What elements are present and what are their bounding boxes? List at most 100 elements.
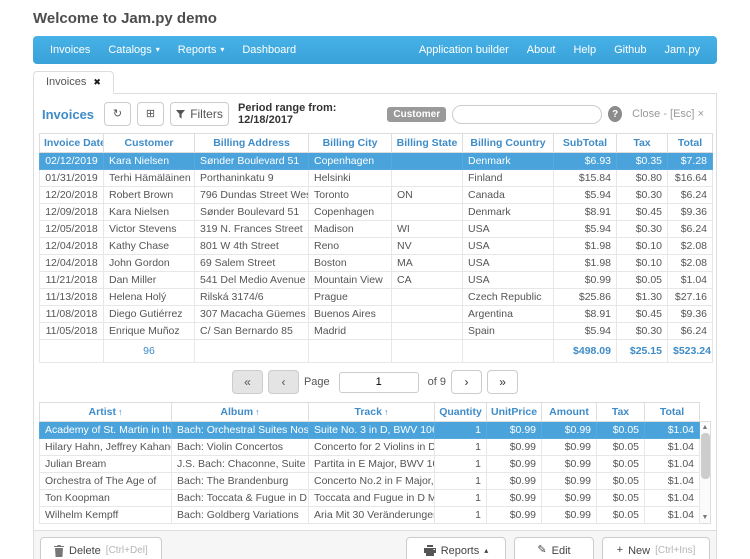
next-page-button[interactable]: › [451,370,482,394]
column-header[interactable]: Tax [617,134,668,153]
customer-filter-input[interactable] [452,105,602,124]
nav-item-reports[interactable]: Reports▾ [169,44,234,56]
edit-button[interactable]: ✎ Edit [514,537,594,559]
column-header[interactable]: Billing Country [463,134,554,153]
tracks-table-wrap: Artist↑Album↑Track↑QuantityUnitPriceAmou… [34,402,716,524]
invoice-row[interactable]: 12/20/2018Robert Brown796 Dundas Street … [40,187,713,204]
track-row[interactable]: Ton KoopmanBach: Toccata & Fugue in DToc… [40,490,700,507]
cell: $9.36 [668,204,713,221]
filters-button[interactable]: Filters [170,102,229,126]
cell: Spain [463,323,554,340]
scroll-thumb[interactable] [701,433,710,479]
column-header[interactable]: Customer [104,134,195,153]
cell: MA [392,255,463,272]
column-header[interactable]: UnitPrice [487,403,542,422]
cell: 12/05/2018 [40,221,104,238]
first-page-button[interactable]: « [232,370,263,394]
column-header[interactable]: Billing State [392,134,463,153]
invoice-row[interactable]: 12/09/2018Kara NielsenSønder Boulevard 5… [40,204,713,221]
cell: Denmark [463,204,554,221]
cell: Finland [463,170,554,187]
prev-page-button[interactable]: ‹ [268,370,299,394]
invoices-table-wrap: Invoice DateCustomerBilling AddressBilli… [34,133,716,363]
cell: $1.04 [645,456,700,473]
column-header[interactable]: Quantity [435,403,487,422]
column-header[interactable]: Amount [542,403,597,422]
cell: $0.99 [542,439,597,456]
cell: 11/08/2018 [40,306,104,323]
tracks-scrollbar[interactable]: ▲ ▼ [700,421,711,524]
delete-button[interactable]: Delete [Ctrl+Del] [40,537,162,559]
cell: Prague [309,289,392,306]
scroll-down-icon[interactable]: ▼ [702,512,709,523]
nav-item-dashboard[interactable]: Dashboard [233,44,305,56]
column-header[interactable]: SubTotal [554,134,617,153]
nav-item-github[interactable]: Github [605,44,655,56]
column-header[interactable]: Total [668,134,713,153]
cell: 541 Del Medio Avenue [195,272,309,289]
column-header[interactable]: Billing City [309,134,392,153]
track-row[interactable]: Julian BreamJ.S. Bach: Chaconne, Suite i… [40,456,700,473]
column-header-label: Tax [612,406,629,418]
nav-item-about[interactable]: About [518,44,565,56]
cell: Copenhagen [309,204,392,221]
invoice-row[interactable]: 11/08/2018Diego Gutiérrez307 Macacha Güe… [40,306,713,323]
invoice-row[interactable]: 11/05/2018Enrique MuñozC/ San Bernardo 8… [40,323,713,340]
filter-funnel-icon [176,110,185,119]
cell: 02/12/2019 [40,153,104,170]
reports-button[interactable]: Reports ▴ [406,537,506,559]
column-header[interactable]: Tax [597,403,645,422]
scroll-up-icon[interactable]: ▲ [702,422,709,433]
cell: $0.99 [487,490,542,507]
cell: Suite No. 3 in D, BWV 1068: III. [309,422,435,439]
footer-total-cell: $498.09 [554,340,617,363]
nav-item-invoices[interactable]: Invoices [41,44,99,56]
nav-item-label: About [527,44,556,56]
column-header[interactable]: Album↑ [172,403,309,422]
nav-item-help[interactable]: Help [564,44,605,56]
last-page-button[interactable]: » [487,370,518,394]
invoice-row[interactable]: 12/04/2018Kathy Chase801 W 4th StreetRen… [40,238,713,255]
column-header[interactable]: Artist↑ [40,403,172,422]
invoice-row[interactable]: 02/12/2019Kara NielsenSønder Boulevard 5… [40,153,713,170]
nav-item-application-builder[interactable]: Application builder [410,44,518,56]
cell: Canada [463,187,554,204]
cell: $0.05 [597,456,645,473]
nav-item-catalogs[interactable]: Catalogs▾ [99,44,168,56]
cell: $27.16 [668,289,713,306]
track-row[interactable]: Orchestra of The Age ofBach: The Branden… [40,473,700,490]
sort-asc-icon: ↑ [384,407,389,417]
invoice-row[interactable]: 11/21/2018Dan Miller541 Del Medio Avenue… [40,272,713,289]
tab-invoices[interactable]: Invoices ✖ [33,71,114,94]
plus-icon: + [617,545,623,556]
cell: Bach: Toccata & Fugue in D [172,490,309,507]
cell: 12/04/2018 [40,238,104,255]
sort-asc-icon: ↑ [118,407,123,417]
table-view-button[interactable]: ⊞ [137,102,164,126]
nav-item-jam-py[interactable]: Jam.py [656,44,709,56]
new-button[interactable]: + New [Ctrl+Ins] [602,537,710,559]
column-header[interactable]: Invoice Date [40,134,104,153]
new-label: New [628,545,650,557]
tab-close-icon[interactable]: ✖ [93,77,101,88]
close-panel-link[interactable]: Close - [Esc] × [632,108,704,120]
column-header[interactable]: Total [645,403,700,422]
cell: $0.35 [617,153,668,170]
page-input[interactable] [339,372,419,393]
track-row[interactable]: Hilary Hahn, Jeffrey Kahane, LosBach: Vi… [40,439,700,456]
cell [392,170,463,187]
invoice-row[interactable]: 11/13/2018Helena HolýRilská 3174/6Prague… [40,289,713,306]
refresh-button[interactable]: ↻ [104,102,131,126]
column-header[interactable]: Track↑ [309,403,435,422]
track-row[interactable]: Wilhelm KempffBach: Goldberg VariationsA… [40,507,700,524]
help-button[interactable]: ? [608,106,622,122]
track-row[interactable]: Academy of St. Martin in theBach: Orches… [40,422,700,439]
invoice-row[interactable]: 12/05/2018Victor Stevens319 N. Frances S… [40,221,713,238]
column-header[interactable]: Billing Address [195,134,309,153]
invoice-row[interactable]: 01/31/2019Terhi HämäläinenPorthaninkatu … [40,170,713,187]
cell: $1.04 [645,422,700,439]
cell [392,289,463,306]
page-label: Page [304,376,330,388]
invoice-row[interactable]: 12/04/2018John Gordon69 Salem StreetBost… [40,255,713,272]
cell: $0.45 [617,204,668,221]
